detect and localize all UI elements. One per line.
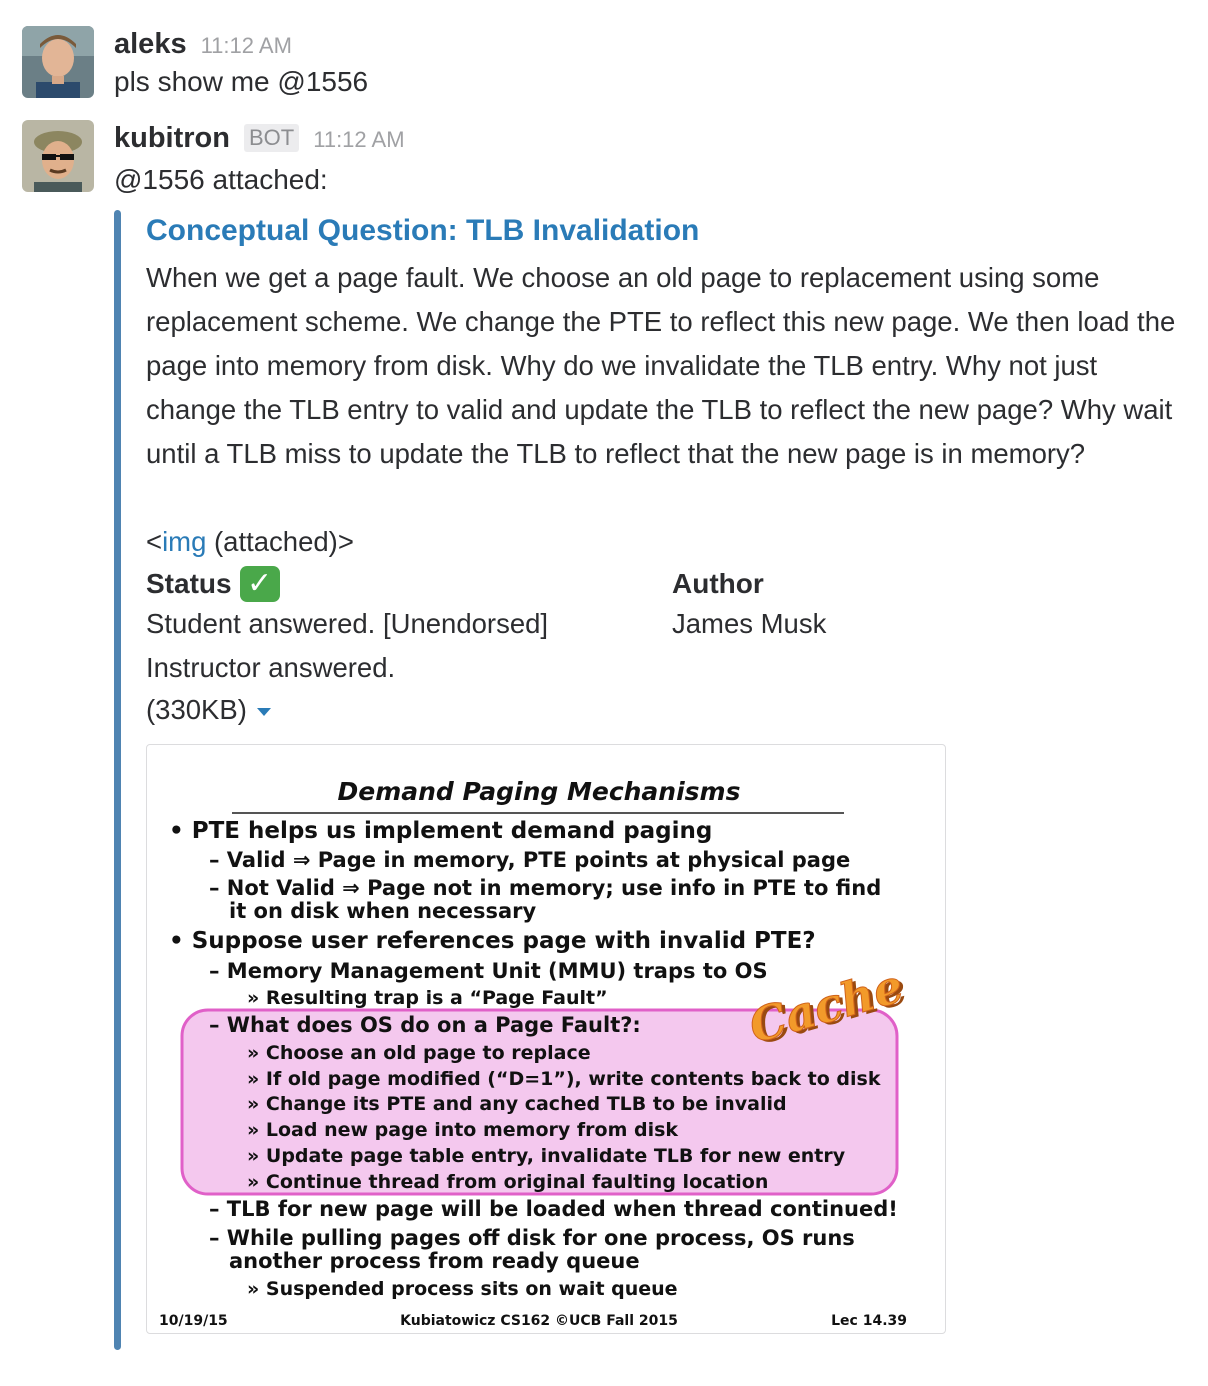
attached-image[interactable]: Demand Paging Mechanisms • PTE helps us …	[146, 744, 946, 1334]
field-status-line-1: Student answered. [Unendorsed]	[146, 608, 549, 639]
timestamp[interactable]: 11:12 AM	[201, 33, 292, 59]
slide-line-10: » If old page modified (“D=1”), write co…	[247, 1068, 881, 1090]
avatar-aleks[interactable]	[22, 26, 94, 98]
slide-line-4: it on disk when necessary	[229, 899, 537, 923]
slide-line-2: – Valid ⇒ Page in memory, PTE points at …	[209, 848, 850, 872]
file-size-line: (330KB)	[146, 688, 271, 732]
field-author-value: James Musk	[672, 608, 827, 639]
slide-line-13: » Update page table entry, invalidate TL…	[247, 1145, 846, 1167]
img-prefix: <	[146, 526, 163, 557]
slide-line-3: – Not Valid ⇒ Page not in memory; use in…	[209, 876, 881, 900]
message-text: pls show me @1556	[114, 66, 369, 97]
username[interactable]: aleks	[114, 28, 187, 61]
slide-title: Demand Paging Mechanisms	[338, 777, 741, 806]
slide-line-7: » Resulting trap is a “Page Fault”	[247, 987, 608, 1009]
slide-footer-lecture: Lec 14.39	[831, 1313, 907, 1329]
attachment-title-link[interactable]: Conceptual Question: TLB Invalidation	[146, 214, 699, 248]
username[interactable]: kubitron	[114, 122, 230, 155]
slide-line-1: • PTE helps us implement demand paging	[169, 818, 712, 844]
caret-down-icon[interactable]	[256, 708, 271, 716]
field-status-title: Status	[146, 568, 232, 599]
check-mark-icon: ✓	[239, 566, 280, 602]
file-size: (330KB)	[146, 694, 247, 725]
slide-line-11: » Change its PTE and any cached TLB to b…	[247, 1093, 787, 1115]
field-status-line-2: Instructor answered.	[146, 652, 396, 683]
slide-line-5: • Suppose user references page with inva…	[169, 928, 816, 954]
slide-line-9: » Choose an old page to replace	[247, 1042, 591, 1064]
field-author: Author James Musk	[672, 566, 826, 646]
attachment-accent-bar	[114, 210, 121, 1350]
slide-footer-date: 10/19/15	[159, 1313, 228, 1329]
slide-line-12: » Load new page into memory from disk	[247, 1119, 678, 1141]
bot-badge: BOT	[244, 124, 300, 152]
attachment-image-line: <img (attached)>	[146, 520, 354, 564]
attachment-body-text: When we get a page fault. We choose an o…	[146, 262, 1176, 469]
timestamp[interactable]: 11:12 AM	[313, 127, 404, 153]
slide-line-15: – TLB for new page will be loaded when t…	[209, 1197, 898, 1221]
slide-line-18: » Suspended process sits on wait queue	[247, 1278, 678, 1300]
img-link[interactable]: img	[162, 526, 206, 557]
avatar-kubitron[interactable]	[22, 120, 94, 192]
slide-footer-course: Kubiatowicz CS162 ©UCB Fall 2015	[400, 1313, 678, 1329]
slide-line-6: – Memory Management Unit (MMU) traps to …	[209, 959, 768, 983]
field-author-title: Author	[672, 568, 764, 599]
message-text: @1556 attached:	[114, 164, 328, 195]
slide-line-14: » Continue thread from original faulting…	[247, 1171, 768, 1193]
img-suffix: (attached)>	[206, 526, 354, 557]
field-status: Status ✓ Student answered. [Unendorsed] …	[146, 566, 548, 690]
slide-line-8: – What does OS do on a Page Fault?:	[209, 1013, 641, 1037]
message-attachment: Conceptual Question: TLB Invalidation Wh…	[114, 210, 1194, 1350]
slide-line-17: another process from ready queue	[229, 1249, 640, 1273]
slide-line-16: – While pulling pages off disk for one p…	[209, 1226, 855, 1250]
